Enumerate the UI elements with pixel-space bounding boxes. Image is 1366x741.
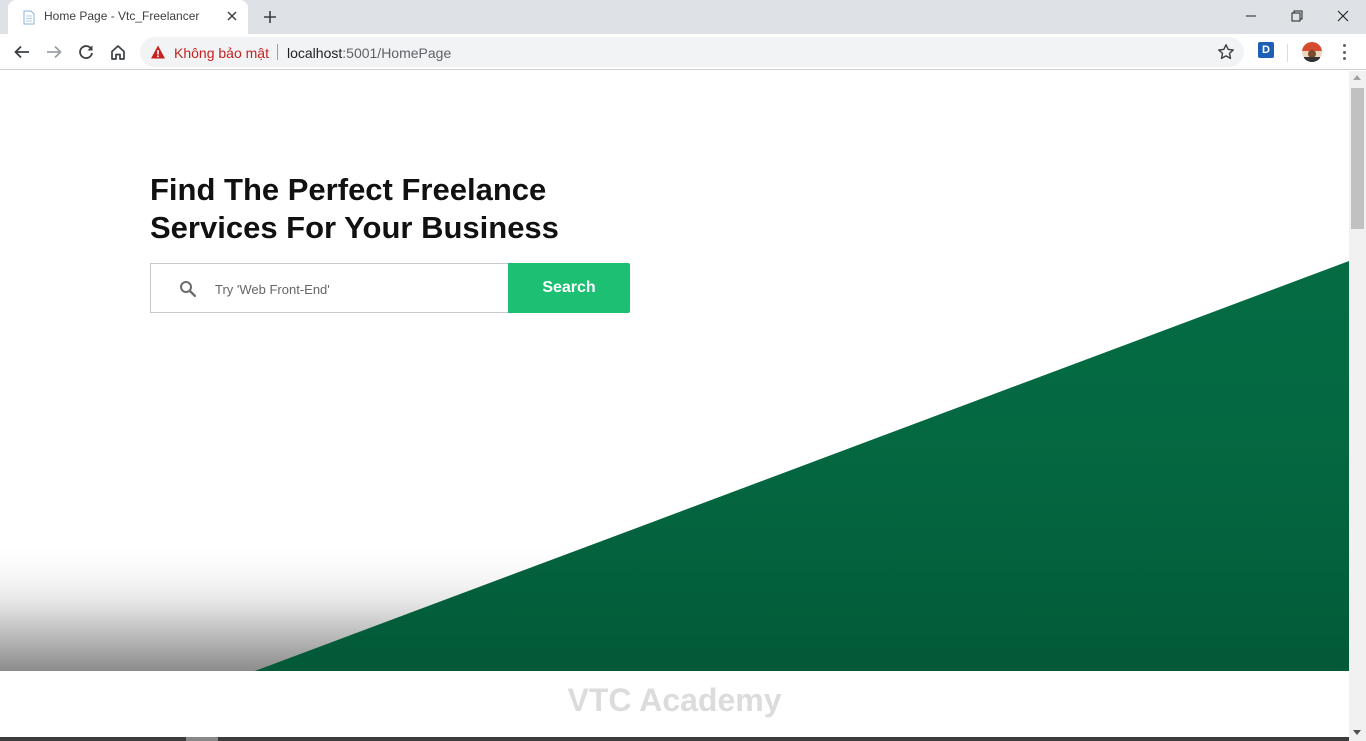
tab-strip: Home Page - Vtc_Freelancer bbox=[0, 0, 1366, 34]
search-button[interactable]: Search bbox=[508, 263, 630, 313]
tab-title: Home Page - Vtc_Freelancer bbox=[44, 9, 200, 23]
close-window-icon[interactable] bbox=[1320, 0, 1366, 32]
browser-toolbar: Không bảo mật localhost:5001/HomePage D bbox=[0, 34, 1366, 70]
scroll-thumb[interactable] bbox=[1351, 88, 1364, 229]
hero-section: Find The Perfect Freelance Services For … bbox=[0, 71, 1349, 671]
vertical-scrollbar[interactable] bbox=[1349, 71, 1366, 741]
reload-icon[interactable] bbox=[74, 40, 98, 64]
scroll-down-arrow-icon[interactable] bbox=[1353, 730, 1361, 735]
restore-icon[interactable] bbox=[1274, 0, 1320, 32]
extension-icon[interactable]: D bbox=[1258, 42, 1274, 58]
security-label[interactable]: Không bảo mật bbox=[174, 45, 269, 61]
url-text[interactable]: localhost:5001/HomePage bbox=[287, 45, 451, 61]
minimize-icon[interactable] bbox=[1228, 0, 1274, 32]
bottom-edge-segment bbox=[186, 737, 218, 741]
hero-heading: Find The Perfect Freelance Services For … bbox=[150, 172, 559, 245]
profile-avatar[interactable] bbox=[1302, 42, 1322, 62]
browser-tab[interactable]: Home Page - Vtc_Freelancer bbox=[8, 0, 248, 34]
tab-close-icon[interactable] bbox=[224, 8, 240, 24]
url-host: localhost bbox=[287, 45, 343, 61]
warning-icon[interactable] bbox=[150, 44, 166, 60]
page-viewport: Find The Perfect Freelance Services For … bbox=[0, 71, 1349, 741]
page-icon bbox=[22, 10, 36, 25]
address-divider bbox=[277, 44, 278, 60]
search-icon bbox=[179, 280, 197, 298]
menu-kebab-icon[interactable] bbox=[1336, 42, 1352, 62]
search-field[interactable] bbox=[150, 263, 509, 313]
url-path: :5001/HomePage bbox=[342, 45, 452, 61]
bookmark-star-icon[interactable] bbox=[1216, 42, 1236, 62]
home-icon[interactable] bbox=[106, 40, 130, 64]
hero-background bbox=[0, 261, 1349, 671]
scroll-up-arrow-icon[interactable] bbox=[1353, 75, 1361, 80]
forward-icon[interactable] bbox=[42, 40, 66, 64]
search-input[interactable] bbox=[215, 278, 495, 300]
back-icon[interactable] bbox=[10, 40, 34, 64]
address-bar[interactable]: Không bảo mật localhost:5001/HomePage bbox=[140, 37, 1244, 67]
toolbar-divider bbox=[1287, 44, 1288, 62]
footer-title: VTC Academy bbox=[567, 682, 782, 718]
new-tab-icon[interactable] bbox=[259, 6, 281, 28]
search-bar: Search bbox=[150, 263, 630, 313]
